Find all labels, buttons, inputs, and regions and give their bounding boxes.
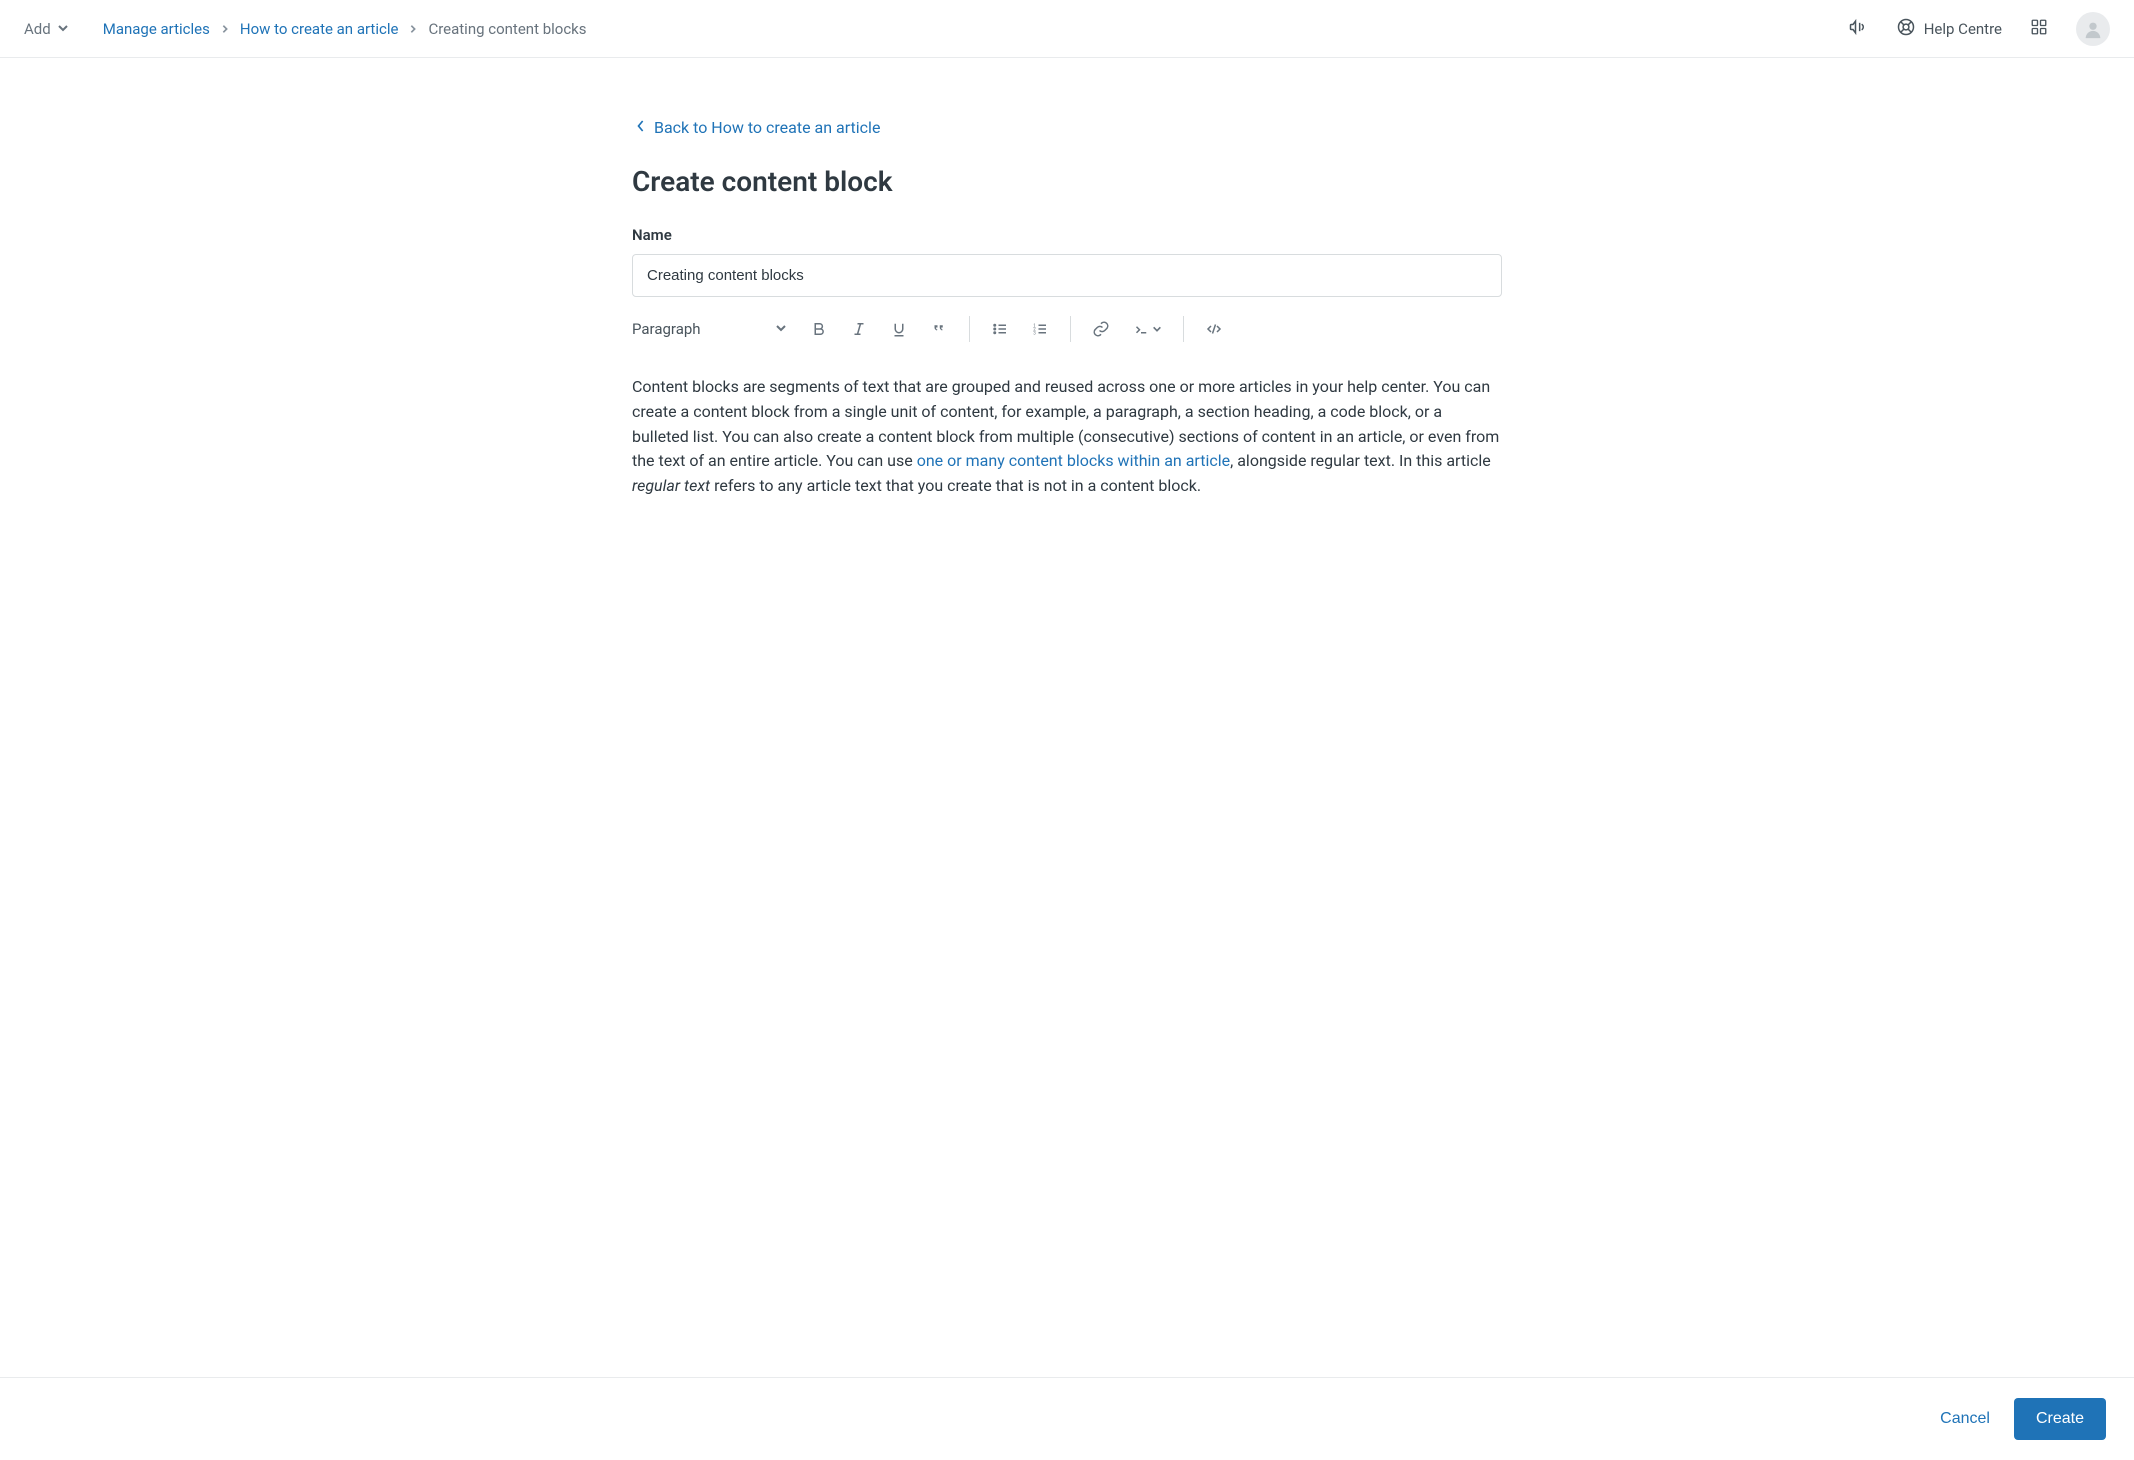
name-input[interactable] <box>632 254 1502 297</box>
chevron-right-icon <box>220 20 230 38</box>
name-field-label: Name <box>632 226 1502 244</box>
bold-button[interactable] <box>801 313 837 345</box>
underline-button[interactable] <box>881 313 917 345</box>
cancel-button[interactable]: Cancel <box>1940 1410 1990 1428</box>
chevron-down-icon <box>57 20 69 38</box>
chevron-right-icon <box>408 20 418 38</box>
bullet-list-button[interactable] <box>982 313 1018 345</box>
topbar: Add Manage articles How to create an art… <box>0 0 2134 58</box>
breadcrumb-item-how-to[interactable]: How to create an article <box>240 20 399 38</box>
apps-icon[interactable] <box>2030 18 2048 40</box>
add-button-label: Add <box>24 20 51 38</box>
format-dropdown-label: Paragraph <box>632 320 701 338</box>
insert-button[interactable] <box>1123 313 1171 345</box>
numbered-list-button[interactable]: 123 <box>1022 313 1058 345</box>
italic-button[interactable] <box>841 313 877 345</box>
main: Back to How to create an article Create … <box>632 58 1502 619</box>
help-centre-icon <box>1896 17 1916 41</box>
editor-body[interactable]: Content blocks are segments of text that… <box>632 375 1502 499</box>
quote-button[interactable] <box>921 313 957 345</box>
breadcrumb-item-manage[interactable]: Manage articles <box>103 20 210 38</box>
help-centre-link[interactable]: Help Centre <box>1896 17 2002 41</box>
toolbar-separator <box>969 316 970 342</box>
toolbar-separator <box>1070 316 1071 342</box>
body-text: , alongside regular text. In this articl… <box>1230 451 1491 470</box>
topbar-left: Add Manage articles How to create an art… <box>24 20 587 38</box>
footer: Cancel Create <box>0 1377 2134 1460</box>
breadcrumb: Manage articles How to create an article… <box>103 20 587 38</box>
chevron-down-icon <box>775 320 787 338</box>
back-link-label: Back to How to create an article <box>654 118 880 137</box>
avatar[interactable] <box>2076 12 2110 46</box>
body-text: refers to any article text that you crea… <box>710 476 1201 495</box>
body-italic: regular text <box>632 476 710 495</box>
breadcrumb-item-current: Creating content blocks <box>428 20 586 38</box>
topbar-right: Help Centre <box>1848 12 2110 46</box>
link-button[interactable] <box>1083 313 1119 345</box>
add-button[interactable]: Add <box>24 20 69 38</box>
code-button[interactable] <box>1196 313 1232 345</box>
chevron-down-icon <box>1152 320 1162 338</box>
chevron-left-icon <box>636 118 646 137</box>
editor-toolbar: Paragraph 123 <box>632 309 1502 349</box>
format-dropdown[interactable]: Paragraph <box>632 314 797 344</box>
megaphone-icon[interactable] <box>1848 17 1868 41</box>
svg-text:3: 3 <box>1033 330 1036 336</box>
body-link[interactable]: one or many content blocks within an art… <box>917 451 1230 470</box>
back-link[interactable]: Back to How to create an article <box>636 118 1502 137</box>
help-centre-label: Help Centre <box>1924 20 2002 38</box>
create-button[interactable]: Create <box>2014 1398 2106 1440</box>
page-title: Create content block <box>632 165 1502 198</box>
toolbar-separator <box>1183 316 1184 342</box>
